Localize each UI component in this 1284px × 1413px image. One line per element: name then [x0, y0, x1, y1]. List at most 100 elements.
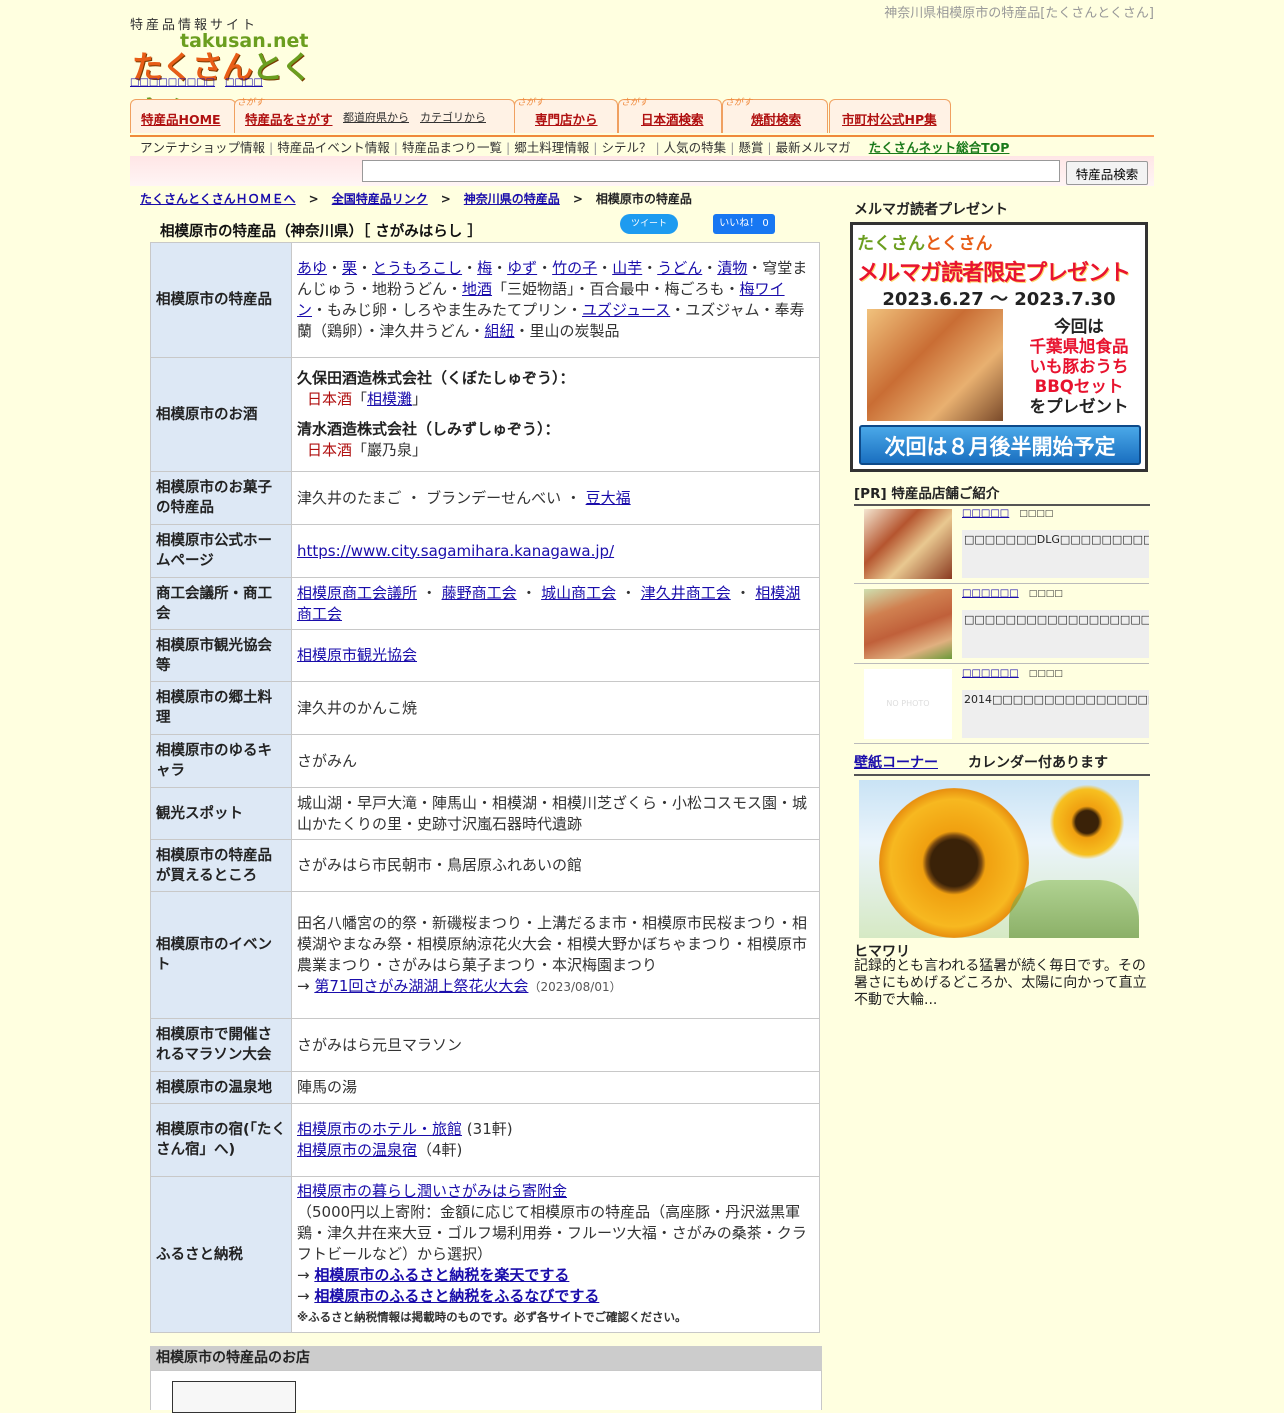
chamber-link[interactable]: 相模原商工会議所 — [297, 584, 417, 602]
sublink-newsletter[interactable]: 最新メルマガ — [776, 140, 851, 155]
sublink-events[interactable]: 特産品イベント情報 — [277, 140, 390, 155]
hotel-link[interactable]: 相模原市のホテル・旅館 — [297, 1120, 462, 1138]
table-row: ふるさと納税 相模原市の暮らし潤いさがみはら寄附金 （5000円以上寄附：金額に… — [150, 1176, 820, 1333]
tab-shops[interactable]: さがす 専門店から — [514, 98, 618, 133]
no-photo-image: NO PHOTO — [864, 669, 952, 739]
table-row: 相模原市の特産品が買えるところ さがみはら市民朝市・鳥居原ふれあいの館 — [150, 839, 820, 892]
row-header: 相模原市の宿(「たくさん宿」へ) — [150, 1103, 292, 1177]
tab-sub-category[interactable]: カテゴリから — [420, 109, 486, 125]
next-campaign-button[interactable]: 次回は８月後半開始予定 — [859, 425, 1141, 465]
onsen-inn-link[interactable]: 相模原市の温泉宿 — [297, 1141, 417, 1159]
wallpaper-link[interactable]: 壁紙コーナー — [854, 755, 938, 771]
pr-shop-item[interactable]: □□□□□□□□□ □□□□□□□DLG□□□□□□□□□□□□□□□□□□□□… — [854, 504, 1149, 584]
specialty-link[interactable]: 組紐 — [485, 322, 515, 340]
mascot-value: さがみん — [291, 734, 820, 788]
sublink-features[interactable]: 人気の特集 — [664, 140, 727, 155]
tab-sub-prefecture[interactable]: 都道府県から — [343, 109, 409, 125]
site-logo[interactable]: takusan.net たくさんとくさん — [132, 30, 322, 131]
pr-shop-desc: □□□□□□□□□□□□□□□□□□□□□□□□□□□□□□□□□... — [962, 610, 1149, 658]
pr-shop-desc: 2014□□□□□□□□□□□□□□□□□□□□□□□□□□□□... — [962, 690, 1149, 738]
specialty-link[interactable]: 漬物 — [717, 259, 747, 277]
newsletter-present-title: メルマガ読者プレゼント — [854, 202, 1008, 218]
sake-brand-link[interactable]: 相模灘 — [367, 390, 412, 408]
row-header: 相模原市公式ホームページ — [150, 524, 292, 578]
breadcrumb-national[interactable]: 全国特産品リンク — [332, 192, 428, 206]
specialty-link[interactable]: 地酒 — [462, 280, 492, 298]
search-input[interactable] — [362, 160, 1060, 182]
pr-shop-image[interactable] — [864, 589, 952, 659]
row-header: 相模原市観光協会等 — [150, 629, 292, 682]
breadcrumb: たくさんとくさんＨＯＭＥへ > 全国特産品リンク > 神奈川県の特産品 > 相模原市の特産品 — [140, 192, 692, 206]
sublink-prizes[interactable]: 懸賞 — [738, 140, 763, 155]
furusato-furunavi-link[interactable]: 相模原市のふるさと納税をふるなびでする — [314, 1287, 599, 1305]
sublink-festivals[interactable]: 特産品まつり一覧 — [402, 140, 502, 155]
specialty-link[interactable]: 栗 — [342, 259, 357, 277]
furusato-link[interactable]: 相模原市の暮らし潤いさがみはら寄附金 — [297, 1182, 567, 1200]
sublink-antenna[interactable]: アンテナショップ情報 — [140, 140, 265, 155]
specialty-table: 相模原市の特産品 あゆ・栗・とうもろこし・梅・ゆず・竹の子・山芋・うどん・漬物・… — [150, 242, 820, 1333]
specialty-link[interactable]: ゆず — [507, 259, 537, 277]
chamber-link[interactable]: 津久井商工会 — [641, 584, 731, 602]
tab-shochu-search[interactable]: さがす 焼酎検索 — [722, 98, 828, 133]
specialty-link[interactable]: 竹の子 — [552, 259, 597, 277]
chamber-link[interactable]: 城山商工会 — [541, 584, 616, 602]
furusato-cell: 相模原市の暮らし潤いさがみはら寄附金 （5000円以上寄附：金額に応じて相模原市… — [291, 1176, 820, 1333]
sweets-link[interactable]: 豆大福 — [586, 489, 631, 507]
header-link-1[interactable]: □□□□□□□□□ — [130, 77, 215, 88]
breadcrumb-home[interactable]: たくさんとくさんＨＯＭＥへ — [140, 192, 296, 206]
banner-dates: 2023.6.27 〜 2023.7.30 — [882, 289, 1116, 310]
specialty-link[interactable]: うどん — [657, 259, 702, 277]
main-nav-tabs: 特産品HOME さがす 特産品をさがす 都道府県から カテゴリから さがす 専門店から … — [130, 98, 1154, 137]
pr-shop-item[interactable]: NO PHOTO □□□□□□□□□□ 2014□□□□□□□□□□□□□□□□… — [854, 664, 1149, 744]
row-header: 相模原市のゆるキャラ — [150, 734, 292, 788]
facebook-like-button[interactable]: いいね！ 0 — [713, 214, 775, 234]
table-row: 相模原市公式ホームページ https://www.city.sagamihara… — [150, 524, 820, 578]
sublink-takusan-top[interactable]: たくさんネット総合TOP — [869, 140, 1010, 155]
wallpaper-heading: 壁紙コーナー カレンダー付あります — [854, 752, 1150, 776]
shop-thumbnail[interactable] — [172, 1381, 296, 1413]
events-cell: 田名八幡宮の的祭・新磯桜まつり・上溝だるま市・相模原市民桜まつり・相模湖やまなみ… — [291, 891, 820, 1019]
specialty-link[interactable]: とうもろこし — [372, 259, 462, 277]
pr-shop-item[interactable]: □□□□□□□□□□ □□□□□□□□□□□□□□□□□□□□□□□□□□□□□… — [854, 584, 1149, 664]
tab-sake-search[interactable]: さがす 日本酒検索 — [618, 98, 722, 133]
chamber-link[interactable]: 藤野商工会 — [442, 584, 517, 602]
table-row: 相模原市のお菓子の特産品 津久井のたまご ・ ブランデーせんべい ・ 豆大福 — [150, 471, 820, 525]
sweets-cell: 津久井のたまご ・ ブランデーせんべい ・ 豆大福 — [291, 471, 820, 525]
event-link[interactable]: 第71回さがみ湖湖上祭花火大会 — [314, 977, 528, 995]
sublink-shiteru[interactable]: シテル？ — [601, 140, 651, 155]
row-header: 相模原市の特産品が買えるところ — [150, 839, 292, 892]
official-hp-link[interactable]: https://www.city.sagamihara.kanagawa.jp/ — [297, 542, 614, 560]
search-button[interactable]: 特産品検索 — [1066, 161, 1148, 185]
row-header: 相模原市の郷土料理 — [150, 681, 292, 735]
specialty-link[interactable]: 山芋 — [612, 259, 642, 277]
pr-shop-link[interactable]: □□□□□□ — [962, 668, 1019, 679]
table-row: 観光スポット 城山湖・早戸大滝・陣馬山・相模湖・相模川芝ざくら・小松コスモス園・… — [150, 787, 820, 840]
specialty-link[interactable]: 梅 — [477, 259, 492, 277]
sunflower-wallpaper-image[interactable] — [859, 780, 1139, 938]
row-header: 相模原市で開催されるマラソン大会 — [150, 1018, 292, 1072]
header-link-2[interactable]: □□□□ — [225, 77, 263, 88]
tab-municipal-hp[interactable]: 市町村公式HP集 — [829, 99, 951, 133]
brewer-name: 久保田酒造株式会社（くぼたしゅぞう）： — [297, 369, 575, 387]
banner-logo: たくさんとくさん — [857, 234, 993, 254]
sake-cell: 久保田酒造株式会社（くぼたしゅぞう）： 日本酒「相模灘」 清水酒造株式会社（しみ… — [291, 357, 820, 472]
tab-home[interactable]: 特産品HOME — [130, 99, 236, 133]
tourism-link[interactable]: 相模原市観光協会 — [297, 646, 417, 664]
tab-search-products[interactable]: さがす 特産品をさがす 都道府県から カテゴリから — [234, 98, 515, 133]
specialty-link[interactable]: ユズジュース — [582, 301, 670, 319]
specialty-list: あゆ・栗・とうもろこし・梅・ゆず・竹の子・山芋・うどん・漬物・穹堂まんじゅう・地… — [291, 242, 820, 358]
pr-shop-link[interactable]: □□□□□□ — [962, 588, 1019, 599]
breadcrumb-prefecture[interactable]: 神奈川県の特産品 — [464, 192, 560, 206]
table-row: 相模原市のイベント 田名八幡宮の的祭・新磯桜まつり・上溝だるま市・相模原市民桜ま… — [150, 891, 820, 1019]
pr-shop-link[interactable]: □□□□□ — [962, 508, 1009, 519]
pr-shops-title: [PR] 特産品店舗ご紹介 — [854, 482, 1150, 506]
page: 特産品情報サイト takusan.net たくさんとくさん □□□□□□□□□□… — [130, 0, 1154, 1413]
tweet-button[interactable]: ツイート — [620, 214, 678, 234]
pr-shop-image[interactable] — [864, 509, 952, 579]
table-row: 相模原市のお酒 久保田酒造株式会社（くぼたしゅぞう）： 日本酒「相模灘」 清水酒… — [150, 357, 820, 472]
sublink-local-food[interactable]: 郷土料理情報 — [514, 140, 589, 155]
header-links: □□□□□□□□□ □□□□ — [130, 77, 273, 88]
newsletter-present-banner[interactable]: たくさんとくさん メルマガ読者限定プレゼント 2023.6.27 〜 2023.… — [850, 222, 1148, 472]
specialty-link[interactable]: あゆ — [297, 259, 327, 277]
furusato-rakuten-link[interactable]: 相模原市のふるさと納税を楽天でする — [314, 1266, 569, 1284]
